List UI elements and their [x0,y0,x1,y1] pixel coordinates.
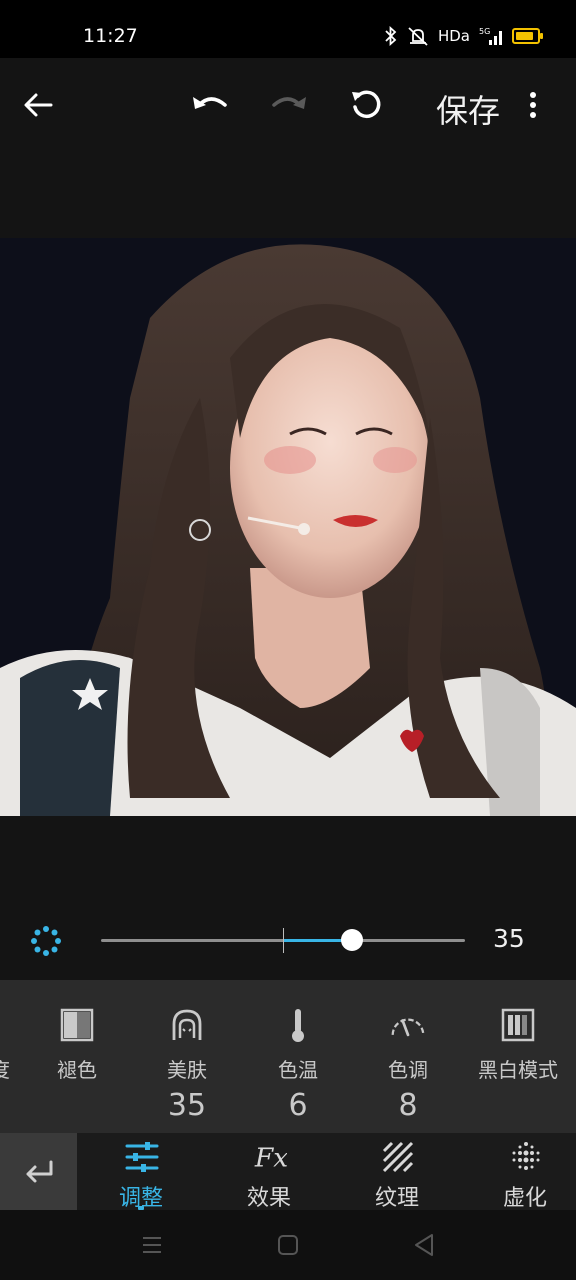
undo-button[interactable] [189,83,233,127]
tool-value: 35 [167,1088,207,1123]
tool-label: 色温 [278,1058,318,1082]
svg-text:5G: 5G [479,27,490,36]
auto-adjust-icon[interactable] [30,925,62,957]
editor-toolbar: 保存 [0,58,576,152]
slider-value: 35 [493,924,525,953]
undo-icon [193,97,227,109]
network-label: HDa [437,27,470,45]
bluetooth-icon [385,26,397,46]
recent-apps-button[interactable] [139,1232,165,1258]
slider-center-mark [283,928,284,953]
signal-icon: 5G [479,27,502,45]
tab-texture[interactable]: 纹理 [347,1133,447,1211]
bw-mode-icon [501,1008,535,1042]
thermometer-icon [292,1009,304,1042]
skin-icon [172,1009,202,1040]
status-time: 11:27 [83,25,138,47]
reset-button[interactable] [344,83,388,127]
back-arrow-icon [24,93,53,117]
system-navigation-bar [0,1210,576,1280]
tool-label: 黑白模式 [478,1058,558,1082]
tab-label: 纹理 [374,1186,419,1211]
adjustment-slider-row: 35 [0,905,576,975]
status-icons: HDa 5G [384,22,543,50]
svg-text:Fx: Fx [254,1142,287,1173]
tab-adjust[interactable]: 调整 [91,1133,191,1211]
photo-preview[interactable] [0,238,576,816]
redo-button[interactable] [266,83,310,127]
return-button[interactable] [0,1133,77,1210]
back-triangle-icon [415,1234,433,1256]
adjust-tools-panel: 度 褪色 美肤 35 色温 [0,980,576,1133]
tab-label: 效果 [246,1186,291,1211]
more-vertical-icon [530,92,536,118]
fade-icon [60,1008,94,1042]
tab-effects[interactable]: Fx 效果 [219,1133,319,1211]
save-button[interactable]: 保存 [436,86,500,132]
tool-value: 8 [398,1088,418,1123]
portrait-photo [0,238,576,816]
home-button[interactable] [275,1232,301,1258]
return-arrow-icon [26,1160,52,1182]
back-arrow-button[interactable] [16,83,60,127]
tool-label: 美肤 [167,1058,207,1082]
system-back-button[interactable] [411,1232,437,1258]
blur-dots-icon [512,1142,540,1170]
redo-icon [272,97,306,109]
tool-value: 6 [288,1088,308,1123]
tone-gauge-icon [391,1018,425,1037]
mute-bell-icon [408,27,428,46]
status-bar: 11:27 HDa 5G [0,0,576,58]
fx-icon: Fx [254,1142,287,1173]
adjust-sliders-icon [125,1142,159,1172]
tool-label: 褪色 [57,1058,97,1082]
battery-icon [512,28,543,44]
bottom-category-nav: 调整 Fx 效果 纹理 虚化 [0,1133,576,1211]
texture-icon [382,1141,414,1173]
tab-blur[interactable]: 虚化 [475,1133,575,1211]
tab-label: 虚化 [502,1186,547,1211]
reset-rotate-icon [352,90,381,119]
home-square-icon [278,1235,298,1255]
slider-thumb[interactable] [341,929,364,951]
tool-label: 色调 [388,1058,428,1082]
more-options-button[interactable] [511,83,555,127]
menu-lines-icon [143,1237,161,1253]
tool-label-partial[interactable]: 度 [0,1054,10,1083]
